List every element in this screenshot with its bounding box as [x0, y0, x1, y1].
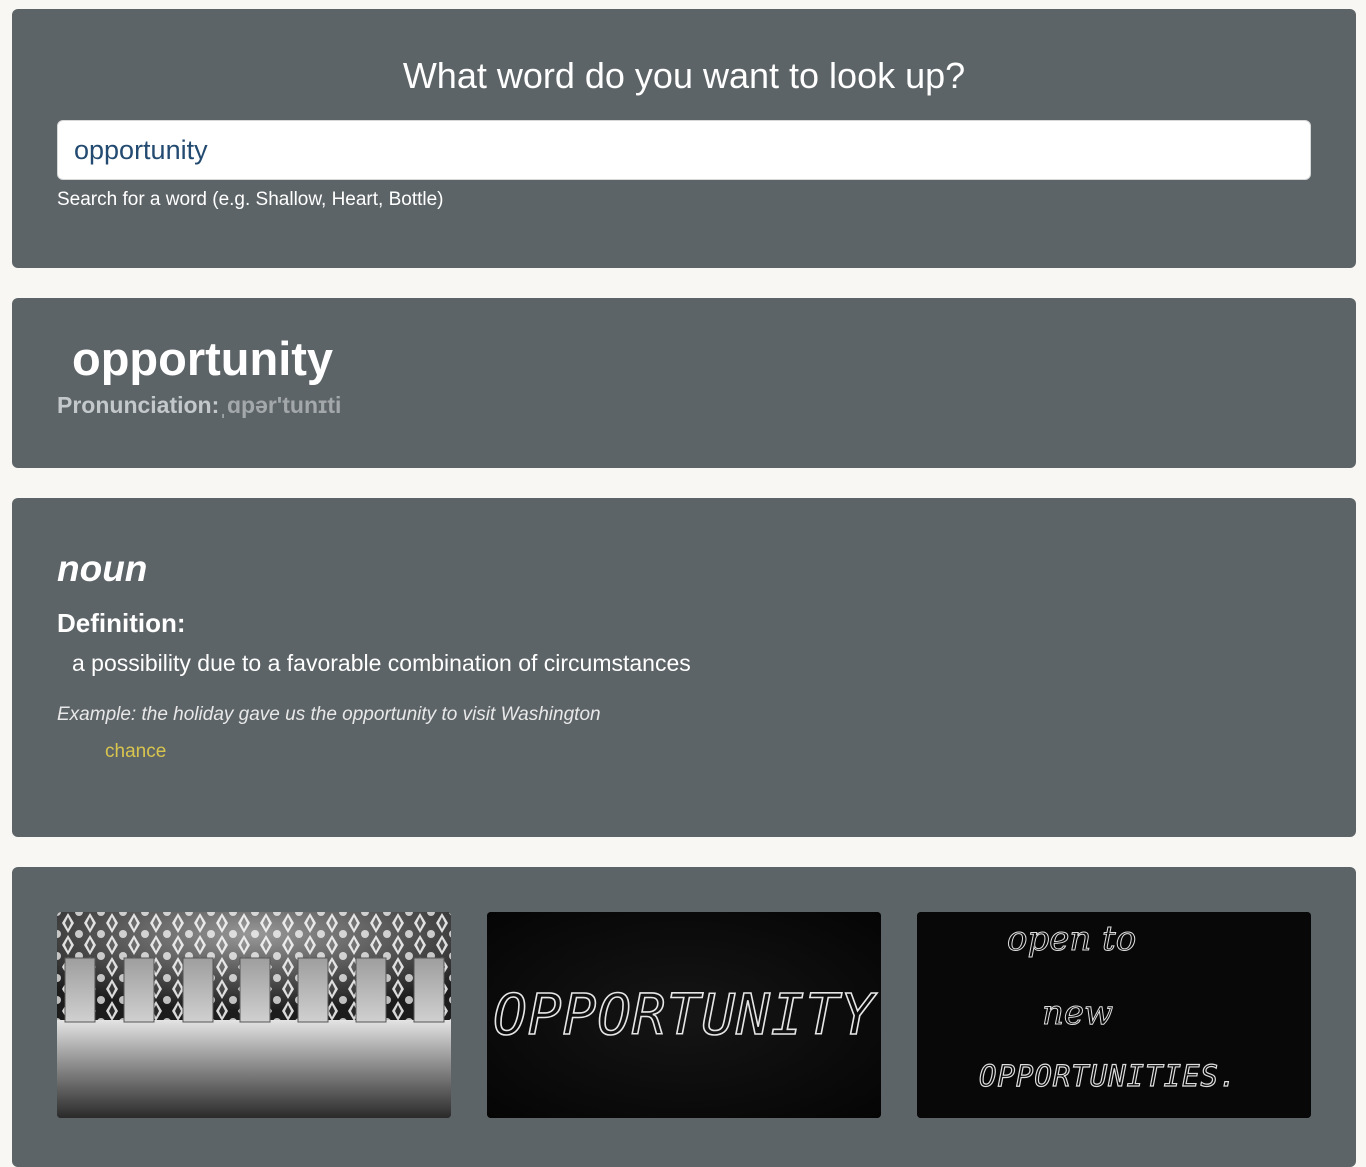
definition-label: Definition: — [57, 608, 186, 638]
search-heading: What word do you want to look up? — [402, 55, 966, 96]
meaning-card: noun Definition: a possibility due to a … — [12, 498, 1356, 837]
chalk-line-3: OPPORTUNITIES. — [979, 1059, 1237, 1093]
images-card: OPPORTUNITY open to new OPPORTUNITIES. — [12, 867, 1356, 1167]
pronunciation: Pronunciation:ˌɑpər'tunɪti — [57, 392, 341, 419]
part-of-speech: noun — [57, 548, 148, 589]
chalk-line-1: open to — [1007, 919, 1136, 959]
chalk-line-2: new — [1042, 993, 1113, 1033]
search-input[interactable] — [57, 120, 1311, 180]
pronunciation-label: Pronunciation: — [57, 392, 220, 418]
word-title: opportunity — [72, 332, 334, 385]
example-text: Example: the holiday gave us the opportu… — [57, 704, 601, 725]
image-chalk-open-to-new[interactable]: open to new OPPORTUNITIES. — [917, 912, 1311, 1118]
definition-text: a possibility due to a favorable combina… — [72, 650, 691, 676]
chalk-word: OPPORTUNITY — [493, 983, 877, 1048]
chalk-opportunity-photo-icon: OPPORTUNITY — [487, 912, 881, 1118]
doors-photo-icon — [57, 912, 451, 1118]
image-chalk-opportunity[interactable]: OPPORTUNITY — [487, 912, 881, 1118]
search-hint: Search for a word (e.g. Shallow, Heart, … — [57, 189, 444, 210]
chalk-open-to-new-photo-icon: open to new OPPORTUNITIES. — [917, 912, 1311, 1118]
pronunciation-value: ˌɑpər'tunɪti — [219, 392, 342, 418]
image-doors[interactable] — [57, 912, 451, 1118]
word-card: opportunity Pronunciation:ˌɑpər'tunɪti — [12, 298, 1356, 468]
search-card: What word do you want to look up? Search… — [12, 9, 1356, 268]
synonym-link[interactable]: chance — [105, 741, 166, 763]
